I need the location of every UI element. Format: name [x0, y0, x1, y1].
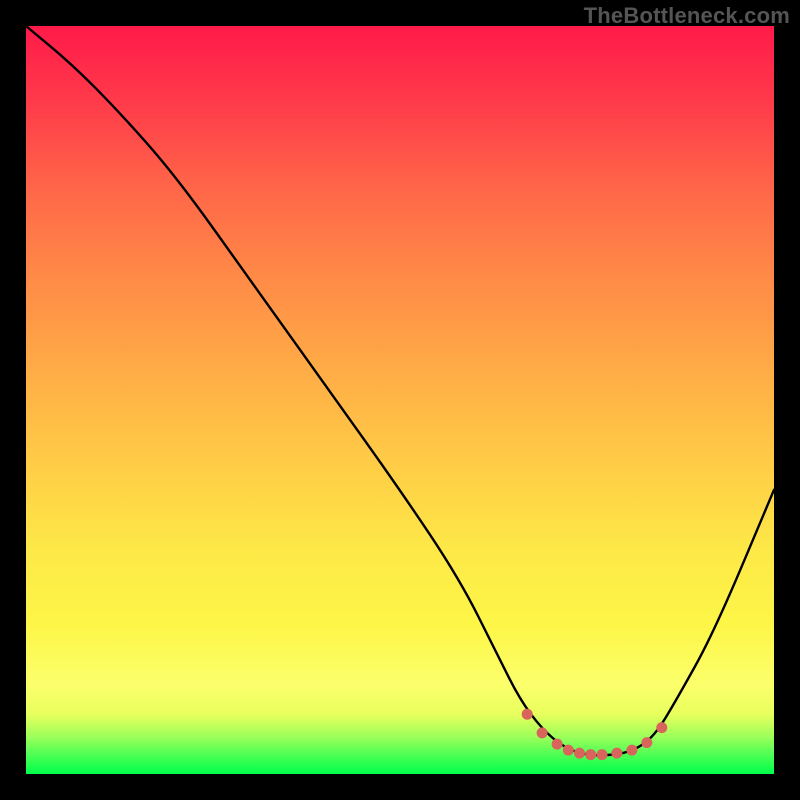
flat-dot [574, 748, 585, 759]
flat-dot [626, 745, 637, 756]
bottleneck-curve [26, 26, 774, 755]
watermark-text: TheBottleneck.com [584, 3, 790, 29]
flat-dot [522, 709, 533, 720]
curve-svg [26, 26, 774, 774]
flat-dot [597, 749, 608, 760]
flat-dot [537, 727, 548, 738]
flat-dot [563, 745, 574, 756]
plot-area [26, 26, 774, 774]
flat-dot [611, 748, 622, 759]
flat-dot [656, 722, 667, 733]
flat-region-dots [522, 709, 668, 760]
chart-stage: TheBottleneck.com [0, 0, 800, 800]
flat-dot [585, 749, 596, 760]
flat-dot [641, 737, 652, 748]
flat-dot [552, 739, 563, 750]
